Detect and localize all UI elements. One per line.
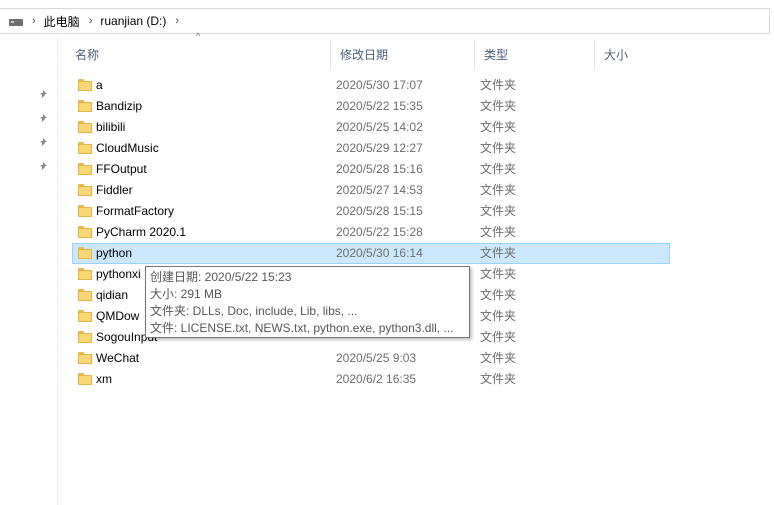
file-type: 文件夹 <box>480 78 517 92</box>
file-date: 2020/5/25 9:03 <box>336 351 417 365</box>
file-type: 文件夹 <box>480 99 517 113</box>
file-type: 文件夹 <box>480 141 517 155</box>
file-type: 文件夹 <box>480 330 517 344</box>
tooltip-created: 创建日期: 2020/5/22 15:23 <box>150 270 292 284</box>
file-date: 2020/5/30 17:07 <box>336 78 423 92</box>
file-type: 文件夹 <box>480 246 517 260</box>
file-name: FFOutput <box>96 162 147 176</box>
column-header-type[interactable]: 类型 <box>474 40 594 70</box>
file-row[interactable]: CloudMusic 2020/5/29 12:27 文件夹 <box>72 138 670 159</box>
file-row[interactable]: FFOutput 2020/5/28 15:16 文件夹 <box>72 159 670 180</box>
navigation-pane <box>0 35 58 505</box>
file-type: 文件夹 <box>480 225 517 239</box>
file-name: qidian <box>96 288 129 302</box>
column-header-size[interactable]: 大小 <box>594 40 674 70</box>
file-date: 2020/5/29 12:27 <box>336 141 423 155</box>
file-name: WeChat <box>96 351 140 365</box>
file-name: Fiddler <box>96 183 133 197</box>
file-row[interactable]: bilibili 2020/5/25 14:02 文件夹 <box>72 117 670 138</box>
folder-icon <box>78 310 92 322</box>
folder-icon <box>78 373 92 385</box>
file-type: 文件夹 <box>480 204 517 218</box>
folder-icon <box>78 247 92 259</box>
column-header: 名称 ^ 修改日期 类型 大小 <box>66 31 676 70</box>
file-type: 文件夹 <box>480 120 517 134</box>
column-header-name-label: 名称 <box>75 48 100 62</box>
file-date: 2020/5/25 14:02 <box>336 120 423 134</box>
file-type: 文件夹 <box>480 267 517 281</box>
file-row[interactable]: PyCharm 2020.1 2020/5/22 15:28 文件夹 <box>72 222 670 243</box>
sort-ascending-icon: ^ <box>196 31 201 41</box>
tooltip-size: 大小: 291 MB <box>150 287 223 301</box>
file-list: a 2020/5/30 17:07 文件夹 Bandizip 2020/5/22 15:… <box>72 75 672 390</box>
file-name: python <box>96 246 133 260</box>
folder-icon <box>78 205 92 217</box>
folder-icon <box>78 331 92 343</box>
file-row[interactable]: xm 2020/6/2 16:35 文件夹 <box>72 369 670 390</box>
file-row[interactable]: a 2020/5/30 17:07 文件夹 <box>72 75 670 96</box>
file-row[interactable]: python 2020/5/30 16:14 文件夹 <box>72 243 670 264</box>
breadcrumb-separator-icon[interactable]: › <box>32 15 36 27</box>
drive-icon <box>9 19 23 27</box>
window-top-edge <box>0 0 774 8</box>
file-type: 文件夹 <box>480 309 517 323</box>
file-name: QMDow <box>96 309 140 323</box>
pin-icon[interactable] <box>39 137 49 147</box>
folder-icon <box>78 226 92 238</box>
file-date: 2020/5/28 15:15 <box>336 204 423 218</box>
address-bar[interactable]: › 此电脑 › ruanjian (D:) › <box>0 8 770 34</box>
file-row[interactable]: FormatFactory 2020/5/28 15:15 文件夹 <box>72 201 670 222</box>
breadcrumb-drive-d[interactable]: ruanjian (D:) <box>100 14 166 28</box>
file-name: Bandizip <box>96 99 143 113</box>
pin-icon[interactable] <box>39 89 49 99</box>
breadcrumb-separator-icon[interactable]: › <box>89 15 93 27</box>
file-date: 2020/5/30 16:14 <box>336 246 423 260</box>
pin-icon[interactable] <box>39 161 49 171</box>
folder-info-tooltip: 创建日期: 2020/5/22 15:23 大小: 291 MB 文件夹: DL… <box>145 266 470 338</box>
file-name: PyCharm 2020.1 <box>96 225 187 239</box>
file-name: a <box>96 78 103 92</box>
file-date: 2020/5/28 15:16 <box>336 162 423 176</box>
file-name: pythonxi <box>96 267 141 281</box>
folder-icon <box>78 289 92 301</box>
file-date: 2020/6/2 16:35 <box>336 372 417 386</box>
tooltip-files: 文件: LICENSE.txt, NEWS.txt, python.exe, p… <box>150 321 454 335</box>
folder-icon <box>78 100 92 112</box>
column-header-date[interactable]: 修改日期 <box>330 40 474 70</box>
breadcrumb-separator-icon[interactable]: › <box>175 15 179 27</box>
file-row[interactable]: Fiddler 2020/5/27 14:53 文件夹 <box>72 180 670 201</box>
file-type: 文件夹 <box>480 162 517 176</box>
folder-icon <box>78 352 92 364</box>
file-type: 文件夹 <box>480 372 517 386</box>
folder-icon <box>78 268 92 280</box>
file-name: CloudMusic <box>96 141 159 155</box>
file-date: 2020/5/22 15:35 <box>336 99 423 113</box>
breadcrumb-this-pc[interactable]: 此电脑 <box>44 13 80 30</box>
column-header-name[interactable]: 名称 ^ <box>66 31 330 70</box>
file-name: xm <box>96 372 112 386</box>
folder-icon <box>78 184 92 196</box>
folder-icon <box>78 163 92 175</box>
folder-icon <box>78 142 92 154</box>
file-type: 文件夹 <box>480 183 517 197</box>
file-type: 文件夹 <box>480 288 517 302</box>
file-name: FormatFactory <box>96 204 175 218</box>
folder-icon <box>78 121 92 133</box>
file-name: bilibili <box>96 120 126 134</box>
file-date: 2020/5/27 14:53 <box>336 183 423 197</box>
file-date: 2020/5/22 15:28 <box>336 225 423 239</box>
tooltip-folders: 文件夹: DLLs, Doc, include, Lib, libs, ... <box>150 304 358 318</box>
file-row[interactable]: Bandizip 2020/5/22 15:35 文件夹 <box>72 96 670 117</box>
folder-icon <box>78 79 92 91</box>
file-row[interactable]: WeChat 2020/5/25 9:03 文件夹 <box>72 348 670 369</box>
pin-icon[interactable] <box>39 113 49 123</box>
file-type: 文件夹 <box>480 351 517 365</box>
